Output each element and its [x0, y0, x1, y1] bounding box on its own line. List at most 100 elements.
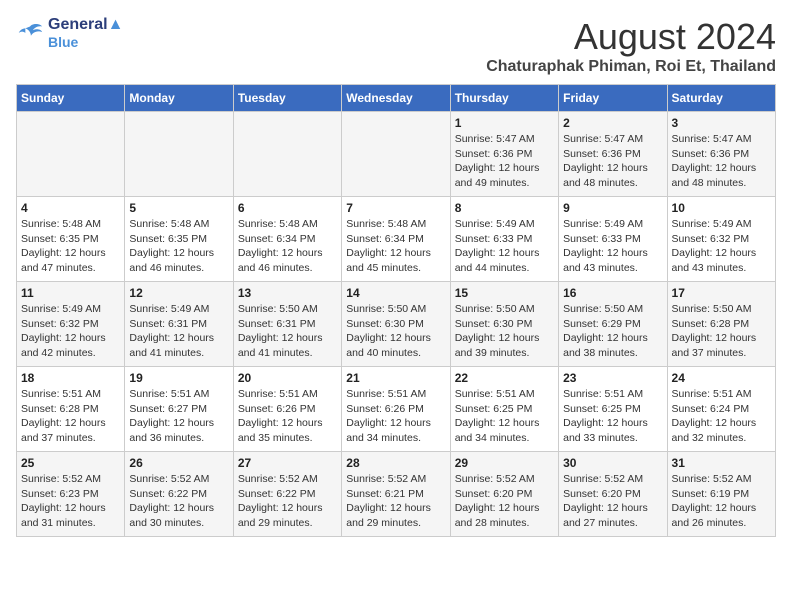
calendar-cell: 16 Sunrise: 5:50 AM Sunset: 6:29 PM Dayli…	[559, 282, 667, 367]
calendar-cell: 27 Sunrise: 5:52 AM Sunset: 6:22 PM Dayli…	[233, 452, 341, 537]
day-info: Sunrise: 5:47 AM Sunset: 6:36 PM Dayligh…	[672, 132, 771, 191]
day-number: 14	[346, 286, 445, 300]
day-info: Sunrise: 5:47 AM Sunset: 6:36 PM Dayligh…	[563, 132, 662, 191]
calendar-cell: 9 Sunrise: 5:49 AM Sunset: 6:33 PM Daylig…	[559, 197, 667, 282]
day-number: 25	[21, 456, 120, 470]
day-number: 9	[563, 201, 662, 215]
day-number: 1	[455, 116, 554, 130]
calendar-cell: 7Sunrise: 5:48 AM Sunset: 6:34 PM Daylig…	[342, 197, 450, 282]
weekday-header-monday: Monday	[125, 85, 233, 112]
day-number: 18	[21, 371, 120, 385]
day-number: 22	[455, 371, 554, 385]
weekday-header-thursday: Thursday	[450, 85, 558, 112]
day-info: Sunrise: 5:50 AM Sunset: 6:30 PM Dayligh…	[346, 302, 445, 361]
day-number: 2	[563, 116, 662, 130]
day-number: 29	[455, 456, 554, 470]
calendar-table: SundayMondayTuesdayWednesdayThursdayFrid…	[16, 84, 776, 537]
weekday-header-friday: Friday	[559, 85, 667, 112]
calendar-cell	[17, 112, 125, 197]
day-info: Sunrise: 5:48 AM Sunset: 6:35 PM Dayligh…	[129, 217, 228, 276]
calendar-cell: 12 Sunrise: 5:49 AM Sunset: 6:31 PM Dayli…	[125, 282, 233, 367]
day-number: 31	[672, 456, 771, 470]
day-info: Sunrise: 5:52 AM Sunset: 6:21 PM Dayligh…	[346, 472, 445, 531]
calendar-week-row: 4 Sunrise: 5:48 AM Sunset: 6:35 PM Daylig…	[17, 197, 776, 282]
day-info: Sunrise: 5:51 AM Sunset: 6:27 PM Dayligh…	[129, 387, 228, 446]
calendar-cell: 24 Sunrise: 5:51 AM Sunset: 6:24 PM Dayli…	[667, 367, 775, 452]
day-number: 17	[672, 286, 771, 300]
calendar-cell: 29 Sunrise: 5:52 AM Sunset: 6:20 PM Dayli…	[450, 452, 558, 537]
day-number: 10	[672, 201, 771, 215]
day-number: 28	[346, 456, 445, 470]
calendar-cell: 20Sunrise: 5:51 AM Sunset: 6:26 PM Dayli…	[233, 367, 341, 452]
day-info: Sunrise: 5:48 AM Sunset: 6:34 PM Dayligh…	[238, 217, 337, 276]
calendar-cell: 17 Sunrise: 5:50 AM Sunset: 6:28 PM Dayli…	[667, 282, 775, 367]
day-number: 5	[129, 201, 228, 215]
weekday-header-sunday: Sunday	[17, 85, 125, 112]
day-info: Sunrise: 5:51 AM Sunset: 6:26 PM Dayligh…	[346, 387, 445, 446]
calendar-cell: 1 Sunrise: 5:47 AM Sunset: 6:36 PM Daylig…	[450, 112, 558, 197]
day-info: Sunrise: 5:49 AM Sunset: 6:31 PM Dayligh…	[129, 302, 228, 361]
calendar-cell: 5 Sunrise: 5:48 AM Sunset: 6:35 PM Daylig…	[125, 197, 233, 282]
day-number: 15	[455, 286, 554, 300]
calendar-cell: 15 Sunrise: 5:50 AM Sunset: 6:30 PM Dayli…	[450, 282, 558, 367]
calendar-cell: 8 Sunrise: 5:49 AM Sunset: 6:33 PM Daylig…	[450, 197, 558, 282]
day-info: Sunrise: 5:51 AM Sunset: 6:28 PM Dayligh…	[21, 387, 120, 446]
day-info: Sunrise: 5:52 AM Sunset: 6:22 PM Dayligh…	[129, 472, 228, 531]
calendar-week-row: 25 Sunrise: 5:52 AM Sunset: 6:23 PM Dayli…	[17, 452, 776, 537]
day-info: Sunrise: 5:49 AM Sunset: 6:32 PM Dayligh…	[672, 217, 771, 276]
calendar-week-row: 11Sunrise: 5:49 AM Sunset: 6:32 PM Dayli…	[17, 282, 776, 367]
day-info: Sunrise: 5:48 AM Sunset: 6:34 PM Dayligh…	[346, 217, 445, 276]
day-info: Sunrise: 5:49 AM Sunset: 6:32 PM Dayligh…	[21, 302, 120, 361]
calendar-cell: 31 Sunrise: 5:52 AM Sunset: 6:19 PM Dayli…	[667, 452, 775, 537]
weekday-header-row: SundayMondayTuesdayWednesdayThursdayFrid…	[17, 85, 776, 112]
day-info: Sunrise: 5:51 AM Sunset: 6:25 PM Dayligh…	[563, 387, 662, 446]
day-number: 23	[563, 371, 662, 385]
day-info: Sunrise: 5:47 AM Sunset: 6:36 PM Dayligh…	[455, 132, 554, 191]
day-info: Sunrise: 5:49 AM Sunset: 6:33 PM Dayligh…	[563, 217, 662, 276]
calendar-cell: 30Sunrise: 5:52 AM Sunset: 6:20 PM Dayli…	[559, 452, 667, 537]
title-section: August 2024 Chaturaphak Phiman, Roi Et, …	[486, 16, 776, 76]
day-number: 19	[129, 371, 228, 385]
calendar-cell: 21 Sunrise: 5:51 AM Sunset: 6:26 PM Dayli…	[342, 367, 450, 452]
calendar-cell: 6 Sunrise: 5:48 AM Sunset: 6:34 PM Daylig…	[233, 197, 341, 282]
day-number: 21	[346, 371, 445, 385]
day-info: Sunrise: 5:48 AM Sunset: 6:35 PM Dayligh…	[21, 217, 120, 276]
day-info: Sunrise: 5:50 AM Sunset: 6:31 PM Dayligh…	[238, 302, 337, 361]
day-info: Sunrise: 5:50 AM Sunset: 6:28 PM Dayligh…	[672, 302, 771, 361]
calendar-cell: 3 Sunrise: 5:47 AM Sunset: 6:36 PM Daylig…	[667, 112, 775, 197]
calendar-cell: 22Sunrise: 5:51 AM Sunset: 6:25 PM Dayli…	[450, 367, 558, 452]
day-info: Sunrise: 5:52 AM Sunset: 6:22 PM Dayligh…	[238, 472, 337, 531]
day-number: 27	[238, 456, 337, 470]
day-number: 8	[455, 201, 554, 215]
calendar-cell: 23 Sunrise: 5:51 AM Sunset: 6:25 PM Dayli…	[559, 367, 667, 452]
weekday-header-saturday: Saturday	[667, 85, 775, 112]
logo: General▲ Blue	[16, 16, 123, 50]
calendar-cell	[233, 112, 341, 197]
day-number: 20	[238, 371, 337, 385]
day-number: 16	[563, 286, 662, 300]
calendar-cell: 14 Sunrise: 5:50 AM Sunset: 6:30 PM Dayli…	[342, 282, 450, 367]
day-info: Sunrise: 5:50 AM Sunset: 6:30 PM Dayligh…	[455, 302, 554, 361]
day-info: Sunrise: 5:50 AM Sunset: 6:29 PM Dayligh…	[563, 302, 662, 361]
calendar-cell: 10 Sunrise: 5:49 AM Sunset: 6:32 PM Dayli…	[667, 197, 775, 282]
day-info: Sunrise: 5:52 AM Sunset: 6:23 PM Dayligh…	[21, 472, 120, 531]
day-number: 24	[672, 371, 771, 385]
day-number: 3	[672, 116, 771, 130]
day-number: 30	[563, 456, 662, 470]
calendar-cell: 11Sunrise: 5:49 AM Sunset: 6:32 PM Dayli…	[17, 282, 125, 367]
day-info: Sunrise: 5:52 AM Sunset: 6:20 PM Dayligh…	[455, 472, 554, 531]
logo-icon	[16, 19, 44, 47]
day-number: 4	[21, 201, 120, 215]
day-info: Sunrise: 5:52 AM Sunset: 6:19 PM Dayligh…	[672, 472, 771, 531]
calendar-cell	[342, 112, 450, 197]
calendar-cell: 2 Sunrise: 5:47 AM Sunset: 6:36 PM Daylig…	[559, 112, 667, 197]
day-number: 12	[129, 286, 228, 300]
calendar-cell	[125, 112, 233, 197]
day-info: Sunrise: 5:51 AM Sunset: 6:24 PM Dayligh…	[672, 387, 771, 446]
calendar-cell: 13Sunrise: 5:50 AM Sunset: 6:31 PM Dayli…	[233, 282, 341, 367]
day-number: 6	[238, 201, 337, 215]
calendar-week-row: 1 Sunrise: 5:47 AM Sunset: 6:36 PM Daylig…	[17, 112, 776, 197]
weekday-header-wednesday: Wednesday	[342, 85, 450, 112]
day-info: Sunrise: 5:49 AM Sunset: 6:33 PM Dayligh…	[455, 217, 554, 276]
calendar-cell: 28 Sunrise: 5:52 AM Sunset: 6:21 PM Dayli…	[342, 452, 450, 537]
